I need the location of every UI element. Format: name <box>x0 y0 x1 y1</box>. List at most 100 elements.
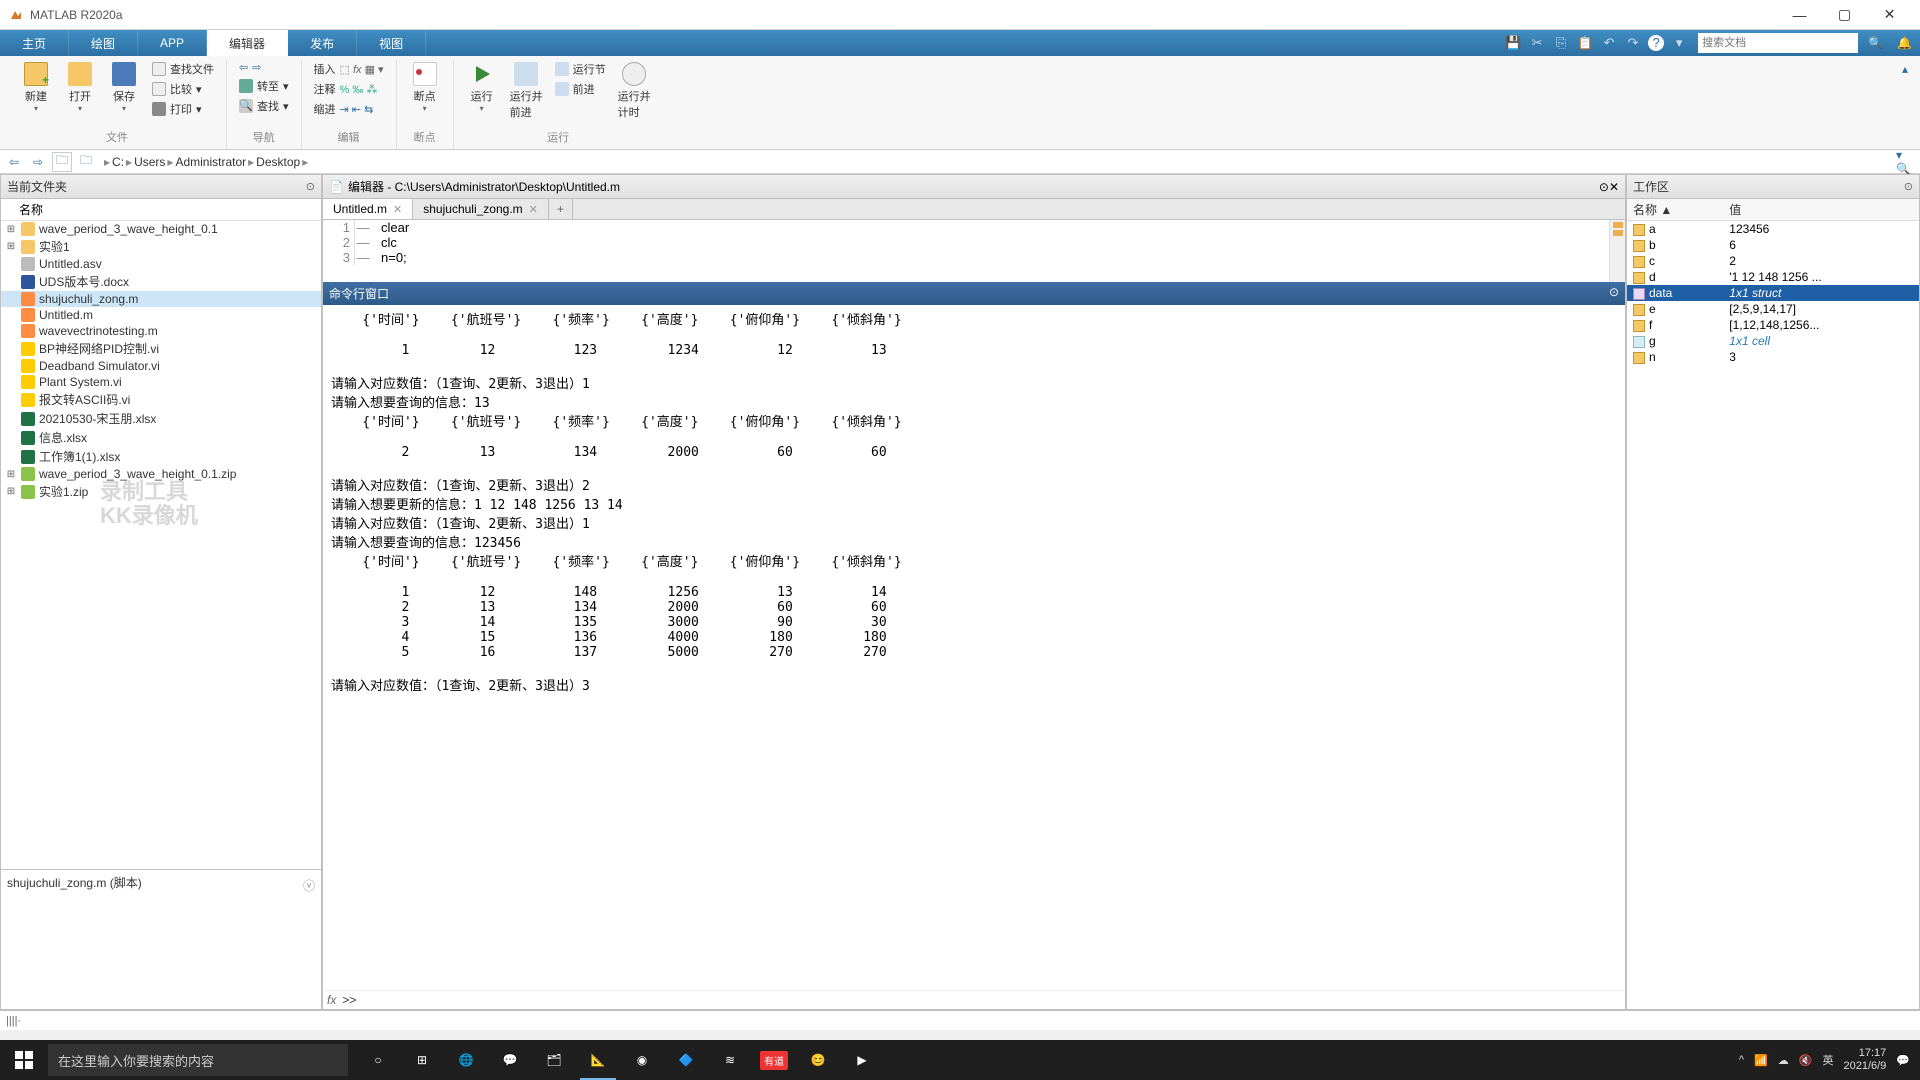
find-button[interactable]: 🔍查找 ▾ <box>235 97 293 115</box>
file-row[interactable]: ⊞wave_period_3_wave_height_0.1 <box>1 221 321 237</box>
workspace-row[interactable]: d'1 12 148 1256 ... <box>1627 269 1919 285</box>
run-section-button[interactable]: 运行节 <box>551 60 610 78</box>
workspace-row[interactable]: n3 <box>1627 349 1919 365</box>
editor-tab-new[interactable]: + <box>549 199 573 219</box>
ws-col-name[interactable]: 名称 ▲ <box>1627 199 1723 221</box>
minimize-button[interactable]: — <box>1777 1 1822 29</box>
file-row[interactable]: Untitled.asv <box>1 256 321 272</box>
menu-editor[interactable]: 编辑器 <box>207 30 288 56</box>
find-files-button[interactable]: 查找文件 <box>148 60 218 78</box>
fx-icon[interactable]: fx <box>327 993 336 1007</box>
file-row[interactable]: 工作簿1(1).xlsx <box>1 447 321 466</box>
run-button[interactable]: 运行▾ <box>462 60 502 115</box>
toolstrip-collapse-icon[interactable]: ▴ <box>1898 60 1912 78</box>
steam-icon[interactable]: ◉ <box>620 1040 664 1080</box>
nav-folder-icon[interactable]: 🗀 <box>76 152 96 172</box>
nav-back-button[interactable]: ⇦⇨ <box>235 60 293 75</box>
copy-icon[interactable]: ⎘ <box>1552 35 1570 51</box>
editor-menu-icon[interactable]: ⊙ <box>1599 180 1609 194</box>
workspace-row[interactable]: data1x1 struct <box>1627 285 1919 301</box>
menu-view[interactable]: 视图 <box>357 30 426 56</box>
menu-plots[interactable]: 绘图 <box>69 30 138 56</box>
nav-fwd-icon[interactable]: ⇨ <box>28 152 48 172</box>
workspace-row[interactable]: f[1,12,148,1256... <box>1627 317 1919 333</box>
menu-apps[interactable]: APP <box>138 30 207 56</box>
undo-icon[interactable]: ↶ <box>1600 35 1618 51</box>
close-button[interactable]: ✕ <box>1867 1 1912 29</box>
app-icon-2[interactable]: 😊 <box>796 1040 840 1080</box>
search-docs-input[interactable] <box>1698 33 1858 53</box>
save-button[interactable]: 保存▾ <box>104 60 144 115</box>
matlab-taskbar-icon[interactable]: 📐 <box>576 1040 620 1080</box>
nav-back-icon[interactable]: ⇦ <box>4 152 24 172</box>
close-icon[interactable]: ✕ <box>393 203 402 216</box>
file-row[interactable]: Plant System.vi <box>1 374 321 390</box>
notifications-icon[interactable]: 💬 <box>1896 1054 1910 1067</box>
command-prompt[interactable]: fx >> <box>323 990 1625 1009</box>
print-button[interactable]: 打印 ▾ <box>148 100 218 118</box>
workspace-row[interactable]: c2 <box>1627 253 1919 269</box>
editor-tab-shujuchuli[interactable]: shujuchuli_zong.m✕ <box>413 199 549 219</box>
indent-button[interactable]: 缩进 ⇥ ⇤ ⇆ <box>310 100 388 118</box>
file-row[interactable]: UDS版本号.docx <box>1 272 321 291</box>
editor-scrollbar[interactable] <box>1609 220 1625 282</box>
start-button[interactable] <box>0 1040 48 1080</box>
volume-icon[interactable]: 🔇 <box>1799 1054 1813 1067</box>
vscode-icon[interactable]: ≋ <box>708 1040 752 1080</box>
workspace-row[interactable]: a123456 <box>1627 221 1919 238</box>
notifications-icon[interactable]: 🔔 <box>1889 30 1920 56</box>
file-row[interactable]: Deadband Simulator.vi <box>1 358 321 374</box>
editor-body[interactable]: 1—clear2—clc3—n=0; <box>323 220 1625 282</box>
explorer-icon[interactable]: 🗂 <box>532 1040 576 1080</box>
workspace-row[interactable]: g1x1 cell <box>1627 333 1919 349</box>
file-row[interactable]: 20210530-宋玉朋.xlsx <box>1 409 321 428</box>
save-icon[interactable]: 💾 <box>1504 35 1522 51</box>
taskbar-search[interactable]: 在这里输入你要搜索的内容 <box>48 1044 348 1076</box>
file-row[interactable]: BP神经网络PID控制.vi <box>1 339 321 358</box>
help-icon[interactable]: ? <box>1648 35 1664 51</box>
redo-icon[interactable]: ↷ <box>1624 35 1642 51</box>
file-row[interactable]: ⊞wave_period_3_wave_height_0.1.zip <box>1 466 321 482</box>
search-icon[interactable]: 🔍 <box>1862 36 1889 50</box>
system-tray[interactable]: ^ 📶 ☁ 🔇 英 17:17 2021/6/9 💬 <box>1729 1047 1920 1073</box>
workspace-row[interactable]: b6 <box>1627 237 1919 253</box>
youdao-icon[interactable]: 有道 <box>752 1040 796 1080</box>
close-icon[interactable]: ✕ <box>529 203 538 216</box>
cortana-icon[interactable]: ○ <box>356 1040 400 1080</box>
breadcrumb[interactable]: ▸ C:▸ Users▸ Administrator▸ Desktop▸ <box>104 155 308 169</box>
ws-col-value[interactable]: 值 <box>1723 199 1919 221</box>
browse-folder-button[interactable]: ▾ 🔍 <box>1896 152 1916 172</box>
potplayer-icon[interactable]: ▶ <box>840 1040 884 1080</box>
file-row[interactable]: ⊞实验1.zip <box>1 482 321 501</box>
comment-button[interactable]: 注释 % ‰ ⁂ <box>310 80 388 98</box>
editor-close-icon[interactable]: ✕ <box>1609 180 1619 194</box>
breakpoint-button[interactable]: 断点▾ <box>405 60 445 115</box>
file-row[interactable]: 报文转ASCII码.vi <box>1 390 321 409</box>
taskbar-clock[interactable]: 17:17 2021/6/9 <box>1843 1047 1886 1073</box>
file-row[interactable]: wavevectrinotesting.m <box>1 323 321 339</box>
task-view-icon[interactable]: ⊞ <box>400 1040 444 1080</box>
dropdown-icon[interactable]: ▾ <box>1670 35 1688 51</box>
insert-button[interactable]: 插入 ⬚ fx ▦ ▾ <box>310 60 388 78</box>
compare-button[interactable]: 比较 ▾ <box>148 80 218 98</box>
run-time-button[interactable]: 运行并 计时 <box>614 60 655 122</box>
editor-tab-untitled[interactable]: Untitled.m✕ <box>323 199 413 219</box>
goto-button[interactable]: 转至 ▾ <box>235 77 293 95</box>
panel-menu-icon[interactable]: ⊙ <box>306 180 315 193</box>
menu-publish[interactable]: 发布 <box>288 30 357 56</box>
panel-menu-icon[interactable]: ⊙ <box>1904 180 1913 193</box>
onedrive-icon[interactable]: ☁ <box>1778 1054 1789 1067</box>
wifi-icon[interactable]: 📶 <box>1754 1054 1768 1067</box>
app-icon-1[interactable]: 🔷 <box>664 1040 708 1080</box>
cmd-menu-icon[interactable]: ⊙ <box>1609 285 1619 302</box>
file-list[interactable]: ⊞wave_period_3_wave_height_0.1⊞实验1Untitl… <box>1 221 321 869</box>
cut-icon[interactable]: ✂ <box>1528 35 1546 51</box>
file-row[interactable]: shujuchuli_zong.m <box>1 291 321 307</box>
workspace-table[interactable]: 名称 ▲值 a123456b6c2d'1 12 148 1256 ...data… <box>1627 199 1919 365</box>
file-row[interactable]: ⊞实验1 <box>1 237 321 256</box>
tray-expand-icon[interactable]: ^ <box>1739 1054 1744 1066</box>
maximize-button[interactable]: ▢ <box>1822 1 1867 29</box>
paste-icon[interactable]: 📋 <box>1576 35 1594 51</box>
advance-button[interactable]: 前进 <box>551 80 610 98</box>
file-row[interactable]: 信息.xlsx <box>1 428 321 447</box>
